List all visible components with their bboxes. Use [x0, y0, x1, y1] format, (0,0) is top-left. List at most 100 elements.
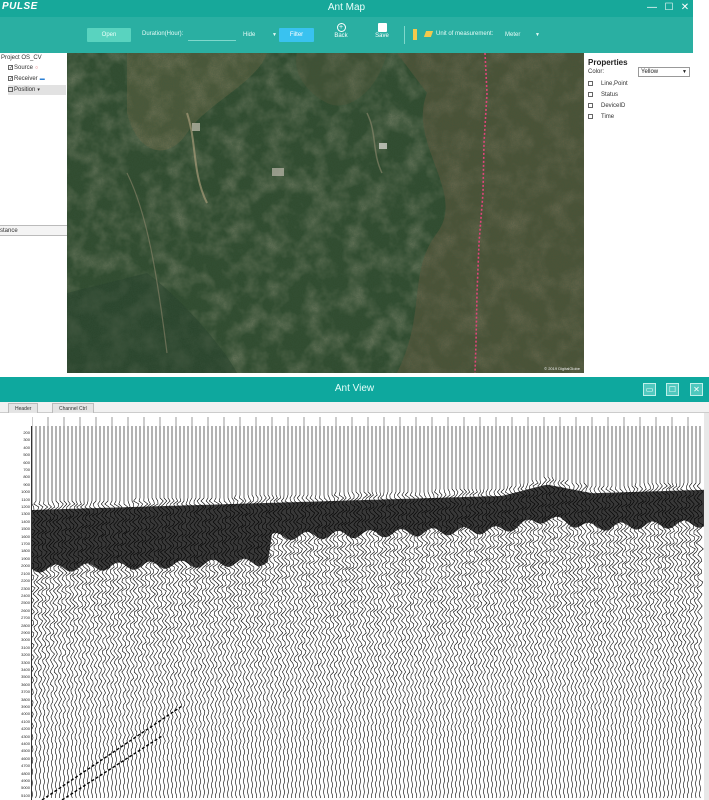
- plus-circle-icon: +: [336, 23, 346, 32]
- back-button[interactable]: + Back: [329, 23, 353, 49]
- minimize-button[interactable]: —: [645, 1, 659, 15]
- unit-select-value: Meter: [505, 32, 521, 38]
- unit-select[interactable]: Meter ▼: [502, 29, 542, 41]
- depth-tick-label: 1400: [21, 518, 30, 524]
- depth-tick-label: 4400: [21, 741, 30, 747]
- depth-tick-label: 2400: [21, 592, 30, 598]
- chevron-down-icon: ▼: [682, 69, 687, 75]
- filter-button[interactable]: Filter: [279, 28, 314, 42]
- map-title-bar: PULSE Ant Map — ☐ ✕: [0, 0, 693, 17]
- depth-tick-label: 2900: [21, 629, 30, 635]
- depth-tick-label: 4100: [21, 718, 30, 724]
- duration-input[interactable]: [188, 29, 236, 41]
- checkbox-icon[interactable]: [588, 113, 593, 119]
- checkbox-icon[interactable]: [588, 80, 593, 86]
- close-button[interactable]: ✕: [690, 383, 703, 396]
- desktop-background: [693, 0, 709, 373]
- hide-select-value: Hide: [243, 32, 256, 38]
- distance-tab[interactable]: stance: [0, 225, 67, 236]
- hide-select[interactable]: Hide ▼: [241, 29, 279, 41]
- depth-tick-label: 2500: [21, 600, 30, 606]
- close-button[interactable]: ✕: [678, 1, 692, 15]
- ant-map-window: PULSE Ant Map — ☐ ✕ Open Duration(Hour):…: [0, 0, 693, 373]
- depth-tick-label: 4200: [21, 726, 30, 732]
- minimize-button[interactable]: ▭: [643, 383, 656, 396]
- checkbox-checked-icon[interactable]: ✓: [8, 75, 13, 81]
- vertical-scrollbar[interactable]: [704, 413, 709, 800]
- depth-tick-label: 3200: [21, 652, 30, 658]
- depth-tick-label: 2000: [21, 563, 30, 569]
- maximize-button[interactable]: ☐: [662, 1, 676, 15]
- layer-label: Receiver: [14, 76, 38, 82]
- color-select[interactable]: Yellow ▼: [638, 67, 690, 77]
- layer-item-source[interactable]: ✓Source ○: [8, 63, 66, 73]
- depth-tick-label: 2600: [21, 607, 30, 613]
- toolbar-divider: [404, 26, 405, 44]
- duration-label: Duration(Hour):: [142, 31, 184, 37]
- depth-tick-label: 2800: [21, 622, 30, 628]
- layer-label: Source: [14, 65, 34, 71]
- map-credit: © 2019 DigitalGlobe: [544, 366, 580, 371]
- depth-tick-label: 1700: [21, 541, 30, 547]
- depth-tick-label: 800: [23, 474, 30, 480]
- checkbox-icon[interactable]: [8, 86, 13, 92]
- depth-tick-label: 600: [23, 459, 30, 465]
- depth-tick-label: 2300: [21, 585, 30, 591]
- checkbox-icon[interactable]: [588, 102, 593, 108]
- depth-tick-label: 300: [23, 437, 30, 443]
- layer-item-position[interactable]: Position ▾: [8, 85, 66, 95]
- option-label: Line,Point: [601, 81, 628, 87]
- option-status[interactable]: Status: [588, 90, 618, 100]
- satellite-map[interactable]: © 2019 DigitalGlobe: [67, 53, 584, 373]
- seismic-wiggle-plot[interactable]: [32, 426, 704, 800]
- depth-tick-label: 3800: [21, 696, 30, 702]
- receiver-marker-icon: ▬: [39, 76, 45, 82]
- depth-tick-label: 3000: [21, 637, 30, 643]
- depth-tick-label: 3100: [21, 644, 30, 650]
- option-line-point[interactable]: Line,Point: [588, 79, 628, 89]
- view-window-title: Ant View: [334, 383, 375, 394]
- depth-tick-label: 700: [23, 467, 30, 473]
- depth-tick-label: 1800: [21, 548, 30, 554]
- option-device-id[interactable]: DeviceID: [588, 101, 625, 111]
- eraser-icon[interactable]: [423, 31, 434, 37]
- depth-tick-label: 3600: [21, 681, 30, 687]
- depth-tick-label: 3500: [21, 674, 30, 680]
- depth-tick-label: 1000: [21, 489, 30, 495]
- depth-tick-label: 400: [23, 444, 30, 450]
- save-label: Save: [375, 33, 389, 39]
- maximize-button[interactable]: ☐: [666, 383, 679, 396]
- open-button[interactable]: Open: [87, 28, 131, 42]
- source-marker-icon: ○: [35, 65, 39, 71]
- satellite-imagery: [67, 53, 584, 373]
- tab-header[interactable]: Header: [8, 403, 39, 413]
- option-time[interactable]: Time: [588, 112, 614, 122]
- save-button[interactable]: Save: [370, 23, 394, 49]
- map-toolbar: Open Duration(Hour): Hide ▼ Filter + Bac…: [0, 17, 693, 53]
- trace-header-strip: [32, 413, 704, 426]
- floppy-disk-icon: [377, 23, 387, 32]
- checkbox-icon[interactable]: [588, 91, 593, 97]
- depth-tick-label: 3400: [21, 666, 30, 672]
- depth-tick-label: 4500: [21, 748, 30, 754]
- checkbox-checked-icon[interactable]: ✓: [8, 64, 13, 70]
- view-title-bar: Ant View ▭ ☐ ✕: [0, 377, 709, 402]
- properties-panel: Properties Color: Yellow ▼ Line,Point St…: [584, 53, 693, 373]
- depth-tick-label: 1200: [21, 504, 30, 510]
- option-label: DeviceID: [601, 103, 626, 109]
- depth-tick-label: 4600: [21, 755, 30, 761]
- depth-tick-label: 4700: [21, 763, 30, 769]
- depth-tick-label: 1500: [21, 526, 30, 532]
- map-window-title: Ant Map: [327, 2, 366, 13]
- back-label: Back: [334, 33, 348, 39]
- depth-tick-label: 500: [23, 452, 30, 458]
- depth-tick-label: 1100: [21, 496, 30, 502]
- unit-label: Unit of measurement:: [436, 31, 494, 37]
- depth-tick-label: 4800: [21, 770, 30, 776]
- color-label: Color:: [588, 69, 605, 75]
- ruler-icon[interactable]: [413, 29, 417, 40]
- depth-tick-label: 1600: [21, 533, 30, 539]
- layer-item-receiver[interactable]: ✓Receiver ▬: [8, 74, 66, 84]
- tab-channel-ctrl[interactable]: Channel Ctrl: [52, 403, 94, 413]
- layer-panel: Project OS_CV ✓Source ○ ✓Receiver ▬ Positi…: [0, 53, 67, 373]
